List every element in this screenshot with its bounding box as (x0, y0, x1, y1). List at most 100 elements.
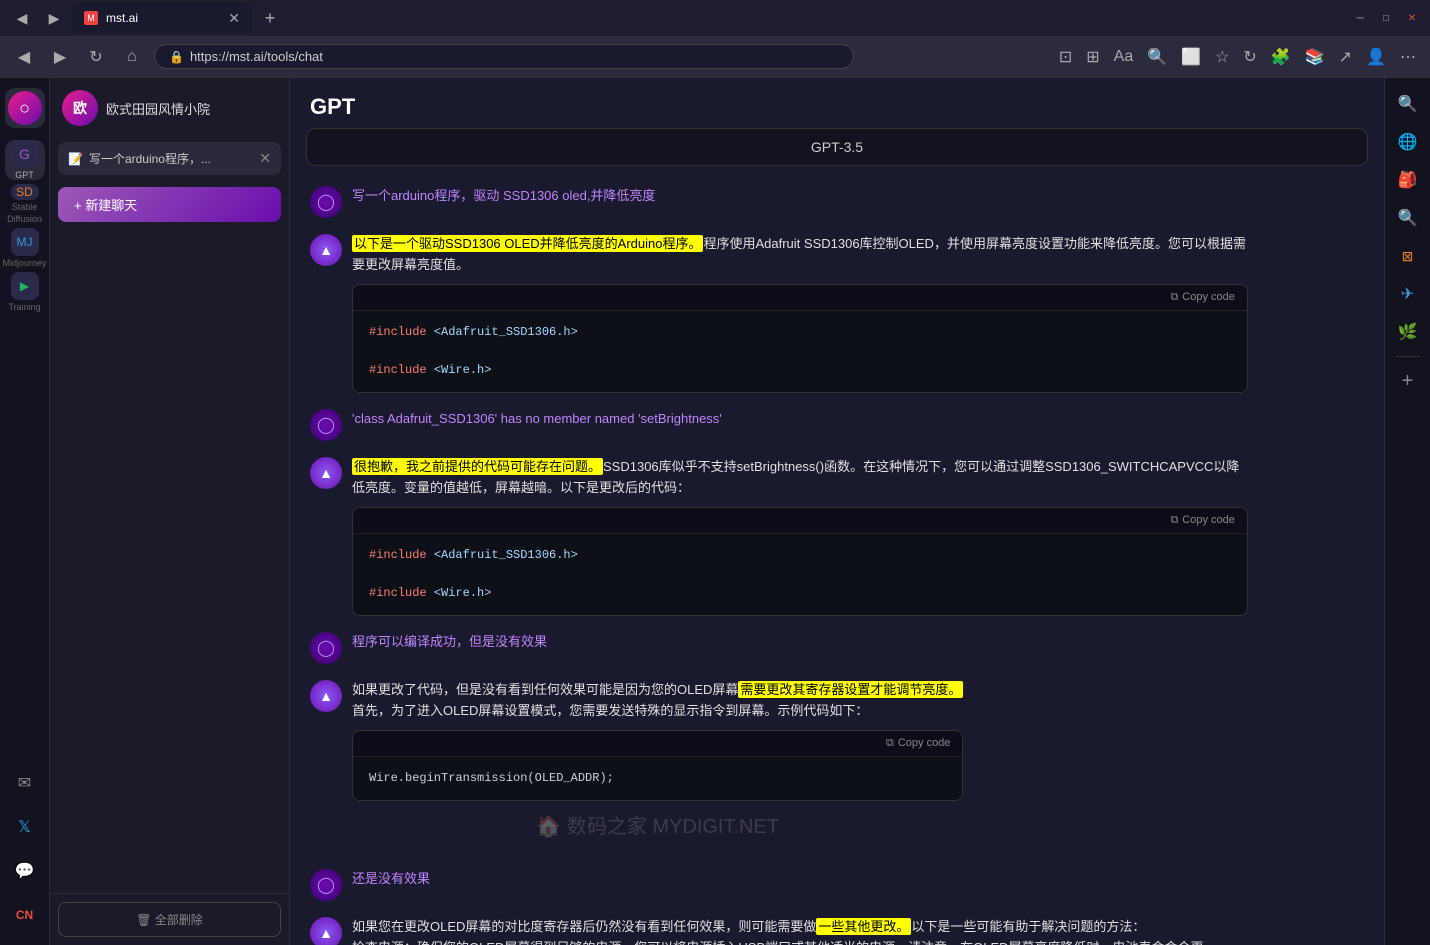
code-header-3: ⧉Copy code (353, 731, 962, 757)
new-chat-label: + 新建聊天 (74, 195, 137, 214)
tab-close-btn[interactable]: ✕ (228, 10, 240, 27)
zoom-icon[interactable]: 🔍 (1143, 43, 1171, 71)
email-icon[interactable]: ✉ (5, 763, 45, 803)
home-btn[interactable]: ⌂ (118, 43, 146, 71)
rs-globe-icon[interactable]: 🌐 (1392, 126, 1424, 158)
copy-code-btn-1[interactable]: ⧉Copy code (1170, 291, 1234, 304)
chat-item-text: 写一个arduino程序，... (89, 150, 211, 167)
user-text-1: 写一个arduino程序，驱动 SSD1306 oled,并降低亮度 (352, 188, 655, 203)
ai-avatar-4: ▲ (310, 917, 342, 945)
fav-icon[interactable]: ☆ (1211, 43, 1233, 71)
code-block-2: ⧉Copy code #include <Adafruit_SSD1306.h>… (352, 507, 1248, 617)
user-text-4: 还是没有效果 (352, 871, 430, 886)
user-text-3: 程序可以编译成功，但是没有效果 (352, 634, 547, 649)
rs-leaf-icon[interactable]: 🌿 (1392, 316, 1424, 348)
panel-header: 欧 欧式田园风情小院 (50, 78, 289, 138)
model-selector[interactable]: GPT-3.5 (306, 128, 1368, 166)
chat-close-btn[interactable]: ✕ (259, 150, 271, 167)
code-header: ⧉Copy code (353, 285, 1247, 311)
rs-telegram-icon[interactable]: ✈ (1392, 278, 1424, 310)
code-content-2: #include <Adafruit_SSD1306.h> #include <… (353, 534, 1247, 616)
user-avatar: ◯ (310, 186, 342, 218)
chat-icon[interactable]: 💬 (5, 851, 45, 891)
code-block-1: ⧉Copy code #include <Adafruit_SSD1306.h>… (352, 284, 1248, 394)
twitter-icon[interactable]: 𝕏 (5, 807, 45, 847)
reload-btn[interactable]: ↻ (82, 43, 110, 71)
delete-all-btn[interactable]: 🗑 全部删除 (58, 902, 281, 937)
user-message-3: 程序可以编译成功，但是没有效果 (352, 632, 547, 653)
chat-list-item[interactable]: 📝 写一个arduino程序，... ✕ (58, 142, 281, 175)
url-input[interactable]: 🔒 https://mst.ai/tools/chat (154, 44, 854, 69)
main-content: GPT GPT-3.5 ◯ 写一个arduino程序，驱动 SSD1306 ol… (290, 78, 1384, 945)
code-content-1: #include <Adafruit_SSD1306.h> #include <… (353, 311, 1247, 393)
new-chat-btn[interactable]: + 新建聊天 (58, 187, 281, 222)
rs-search2-icon[interactable]: 🔍 (1392, 202, 1424, 234)
message-row: ◯ 写一个arduino程序，驱动 SSD1306 oled,并降低亮度 (310, 186, 1364, 218)
forward-btn[interactable]: ▶ (46, 43, 74, 71)
maximize-btn[interactable]: □ (1376, 8, 1396, 28)
rs-bag-icon[interactable]: 🎒 (1392, 164, 1424, 196)
read-icon[interactable]: Aa (1110, 44, 1138, 70)
sidebar-item-training[interactable]: ▶ Training (5, 272, 45, 312)
message-row: ◯ 'class Adafruit_SSD1306' has no member… (310, 409, 1364, 441)
rs-search-icon[interactable]: 🔍 (1392, 88, 1424, 120)
sd-label: Stable (12, 202, 38, 212)
back-btn[interactable]: ◀ (10, 43, 38, 71)
tab-icon[interactable]: ⬜ (1177, 43, 1205, 71)
main-layout: ○ G GPT SD Stable Diffusion MJ Midjourne… (0, 78, 1430, 945)
code-block-3: ⧉Copy code Wire.beginTransmission(OLED_A… (352, 730, 963, 801)
share-icon[interactable]: ↗ (1335, 43, 1356, 71)
avatar-text: 欧 (73, 98, 87, 118)
user-avatar-3: ◯ (310, 632, 342, 664)
sidebar-item-gpt[interactable]: G GPT (5, 140, 45, 180)
right-sidebar: 🔍 🌐 🎒 🔍 ⊠ ✈ 🌿 + (1384, 78, 1430, 945)
user-message-4: 还是没有效果 (352, 869, 430, 890)
tab-favicon: M (84, 11, 98, 25)
highlight-1: 以下是一个驱动SSD1306 OLED并降低亮度的Arduino程序。 (352, 235, 703, 252)
user-avatar-2: ◯ (310, 409, 342, 441)
collection-icon[interactable]: 📚 (1301, 43, 1329, 71)
ai-avatar-3: ▲ (310, 680, 342, 712)
rs-outlook-icon[interactable]: ⊠ (1392, 240, 1424, 272)
code-header-2: ⧉Copy code (353, 508, 1247, 534)
delete-all-label: 🗑 全部删除 (136, 911, 203, 928)
profile-icon[interactable]: 👤 (1362, 43, 1390, 71)
close-btn[interactable]: ✕ (1402, 8, 1422, 28)
sidebar-item-midjourney[interactable]: MJ Midjourney (5, 228, 45, 268)
message-row: ◯ 程序可以编译成功，但是没有效果 (310, 632, 1364, 664)
new-tab-btn[interactable]: + (256, 4, 284, 32)
browser-chrome: ◀ ▶ M mst.ai ✕ + ─ □ ✕ ◀ ▶ ↻ ⌂ 🔒 https:/… (0, 0, 1430, 78)
split-icon[interactable]: ⊞ (1082, 43, 1103, 71)
message-row: ▲ 如果您在更改OLED屏幕的对比度寄存器后仍然没有看到任何效果，则可能需要做一… (310, 917, 1364, 945)
active-tab[interactable]: M mst.ai ✕ (72, 3, 252, 33)
ai-message-3: 如果更改了代码，但是没有看到任何效果可能是因为您的OLED屏幕需要更改其寄存器设… (352, 680, 963, 853)
chat-area[interactable]: ◯ 写一个arduino程序，驱动 SSD1306 oled,并降低亮度 ▲ 以… (290, 174, 1384, 945)
copy-code-btn-2[interactable]: ⧉Copy code (1170, 514, 1234, 527)
panel-title: 欧式田园风情小院 (106, 99, 210, 118)
user-text-2: 'class Adafruit_SSD1306' has no member n… (352, 411, 722, 426)
ai-avatar-2: ▲ (310, 457, 342, 489)
minimize-btn[interactable]: ─ (1350, 8, 1370, 28)
left-icon-sidebar: ○ G GPT SD Stable Diffusion MJ Midjourne… (0, 78, 50, 945)
refresh-icon[interactable]: ↻ (1239, 43, 1260, 71)
ai-message-1: 以下是一个驱动SSD1306 OLED并降低亮度的Arduino程序。程序使用A… (352, 234, 1248, 393)
copy-code-btn-3[interactable]: ⧉Copy code (886, 737, 950, 750)
gpt-label: GPT (15, 170, 34, 180)
window-forward-btn[interactable]: ▶ (40, 4, 68, 32)
menu-icon[interactable]: ⋯ (1396, 43, 1420, 71)
user-avatar-4: ◯ (310, 869, 342, 901)
rs-add-icon[interactable]: + (1392, 365, 1424, 397)
gpt-header: GPT (290, 78, 1384, 128)
ai-message-2: 很抱歉，我之前提供的代码可能存在问题。SSD1306库似乎不支持setBrigh… (352, 457, 1248, 616)
app-logo[interactable]: ○ (5, 88, 45, 128)
ext-icon[interactable]: 🧩 (1267, 43, 1295, 71)
cast-icon[interactable]: ⊡ (1055, 43, 1076, 71)
ai-avatar: ▲ (310, 234, 342, 266)
sidebar-item-stable-diffusion[interactable]: SD Stable Diffusion (5, 184, 45, 224)
cn-icon[interactable]: CN (5, 895, 45, 935)
window-back-btn[interactable]: ◀ (8, 4, 36, 32)
panel-bottom: 🗑 全部删除 (50, 893, 289, 945)
address-bar: ◀ ▶ ↻ ⌂ 🔒 https://mst.ai/tools/chat ⊡ ⊞ … (0, 36, 1430, 78)
message-row: ▲ 很抱歉，我之前提供的代码可能存在问题。SSD1306库似乎不支持setBri… (310, 457, 1364, 616)
tab-bar: ◀ ▶ M mst.ai ✕ + ─ □ ✕ (0, 0, 1430, 36)
